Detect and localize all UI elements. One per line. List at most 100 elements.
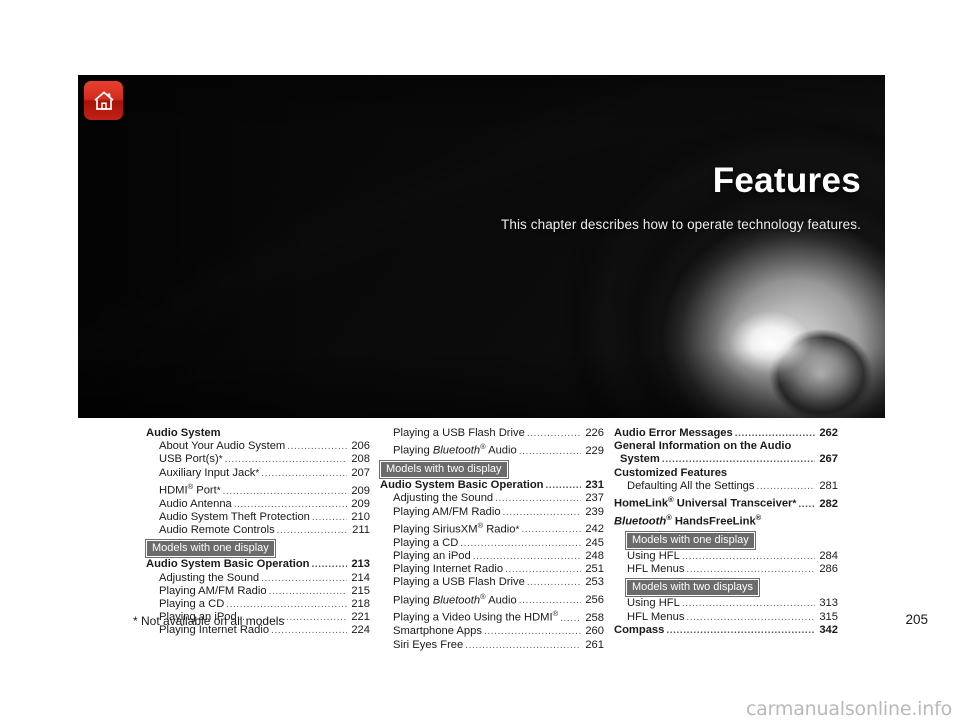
toc-entry[interactable]: HDMI® Port*.............................… [146,480,370,498]
toc-entry[interactable]: Playing Bluetooth® Audio................… [380,590,604,608]
toc-entry[interactable]: HFL Menus...............................… [614,563,838,576]
toc-entry[interactable]: Audio Error Messages....................… [614,427,838,440]
toc-entry-page: 261 [585,638,604,651]
toc-entry[interactable]: Audio System............................… [146,427,370,440]
toc-entry[interactable]: Playing an iPod.........................… [380,550,604,563]
toc-entry-label: Audio Antenna [159,497,232,510]
toc-leader-dots: ........................................… [483,626,581,638]
toc-entry-page: 218 [351,597,370,610]
toc-entry[interactable]: Playing a CD............................… [380,537,604,550]
toc-entry[interactable]: Using HFL...............................… [614,550,838,563]
toc-leader-dots: ........................................… [798,498,815,510]
toc-entry[interactable]: Playing Bluetooth® Audio................… [380,440,604,458]
toc-entry-page: 207 [351,466,370,479]
toc-entry-label: Playing an iPod [393,549,471,562]
toc-entry-page: 313 [819,597,838,610]
toc-leader-dots: ........................................… [560,613,581,625]
toc-entry-page: 262 [819,427,838,439]
page-number: 205 [905,612,928,627]
toc-entry-page: 342 [819,623,838,636]
toc-entry-label: Playing a USB Flash Drive [393,576,525,589]
toc-entry[interactable]: Auxiliary Input Jack*...................… [146,467,370,480]
toc-entry[interactable]: Playing a Video Using the HDMI®.........… [380,607,604,625]
toc-leader-dots: ........................................… [311,559,347,571]
toc-entry[interactable]: Compass.................................… [614,624,838,637]
toc-entry-page: 245 [585,536,604,549]
toc-entry[interactable]: Adjusting the Sound.....................… [146,572,370,585]
toc-entry[interactable]: Audio Antenna...........................… [146,498,370,511]
toc-entry[interactable]: Audio System Basic Operation............… [380,479,604,492]
toc-entry[interactable]: General Information on the Audio........… [614,440,838,453]
toc-entry-page: 210 [351,510,370,523]
toc-entry-page: 237 [585,492,604,505]
page-subtitle: This chapter describes how to operate te… [500,217,861,232]
toc-leader-dots: ........................................… [502,506,581,518]
toc-badge-row: Models with two displays [614,577,838,597]
toc-entry[interactable]: System..................................… [614,453,838,466]
toc-leader-dots: ........................................… [526,428,581,439]
toc-entry[interactable]: Audio System Basic Operation............… [146,558,370,571]
toc-entry-page: 267 [819,453,838,466]
toc-entry[interactable]: Smartphone Apps.........................… [380,625,604,638]
page-title: Features [712,161,861,200]
toc-entry-page: 214 [351,571,370,584]
toc-entry[interactable]: Customized Features.....................… [614,467,838,480]
toc-leader-dots: ........................................… [526,577,581,589]
toc-entry[interactable]: Defaulting All the Settings.............… [614,480,838,493]
toc-entry[interactable]: Playing a CD............................… [146,598,370,611]
toc-leader-dots: ........................................… [505,564,581,576]
toc-entry[interactable]: Playing AM/FM Radio.....................… [380,506,604,519]
toc-entry[interactable]: Playing AM/FM Radio.....................… [146,585,370,598]
toc-entry-page: 215 [351,584,370,597]
toc-entry-label: Audio System Basic Operation [146,558,310,571]
toc-entry[interactable]: Playing Internet Radio..................… [380,563,604,576]
toc-entry-label: Audio Error Messages [614,427,733,439]
watermark: carmanualsonline.info [745,698,952,720]
toc-entry-page: 229 [585,444,604,457]
toc-entry-label: General Information on the Audio [614,440,792,453]
toc-entry-label: Auxiliary Input Jack* [159,466,260,479]
toc-entry-label: Compass [614,623,665,636]
toc-entry-label: Playing a Video Using the HDMI® [393,609,559,625]
toc-entry[interactable]: Bluetooth® HandsFreeLink®...............… [614,511,838,529]
toc-entry-page: 209 [351,497,370,510]
toc-entry[interactable]: About Your Audio System.................… [146,440,370,453]
toc-entry[interactable]: HFL Menus...............................… [614,611,838,624]
toc-entry-label: Playing AM/FM Radio [159,584,267,597]
home-button[interactable] [84,81,123,120]
models-badge: Models with one display [626,531,755,549]
toc-entry-page: 260 [585,625,604,638]
toc-entry-page: 213 [351,558,370,571]
toc-entry-label: Adjusting the Sound [393,492,494,505]
toc-leader-dots: ........................................… [495,493,581,505]
models-badge: Models with two displays [626,579,760,597]
toc-entry-page: 251 [585,563,604,576]
toc-entry-label: Playing a USB Flash Drive [393,427,525,439]
toc-leader-dots: ........................................… [276,525,347,537]
toc-entry[interactable]: Playing a USB Flash Drive...............… [380,576,604,589]
toc-leader-dots: ........................................… [686,564,815,576]
toc-leader-dots: ........................................… [261,467,347,479]
toc-entry[interactable]: Audio System Theft Protection...........… [146,511,370,524]
toc-leader-dots: ........................................… [460,537,581,549]
toc-leader-dots: ........................................… [681,550,815,562]
toc-entry[interactable]: Playing SiriusXM® Radio*................… [380,519,604,537]
models-badge: Models with one display [146,540,275,558]
toc-entry-label: Playing SiriusXM® Radio* [393,520,520,536]
toc-entry[interactable]: HomeLink® Universal Transceiver*........… [614,493,838,511]
toc-entry-label: System [620,453,660,466]
toc-entry-label: Using HFL [627,549,680,562]
toc-entry[interactable]: Audio Remote Controls...................… [146,524,370,537]
toc-leader-dots: ........................................… [287,441,347,453]
toc-leader-dots: ........................................… [261,572,347,584]
models-badge: Models with two display [380,461,508,479]
toc-entry[interactable]: Siri Eyes Free..........................… [380,639,604,652]
toc-entry-label: Audio System [146,427,221,439]
toc-entry[interactable]: Adjusting the Sound.....................… [380,492,604,505]
toc-leader-dots: ........................................… [756,480,816,492]
footnote: * Not available on all models [133,614,285,628]
toc-entry-label: HFL Menus [627,610,685,623]
toc-entry[interactable]: USB Port(s)*............................… [146,453,370,466]
toc-entry[interactable]: Using HFL...............................… [614,597,838,610]
toc-entry[interactable]: Playing a USB Flash Drive...............… [380,427,604,440]
